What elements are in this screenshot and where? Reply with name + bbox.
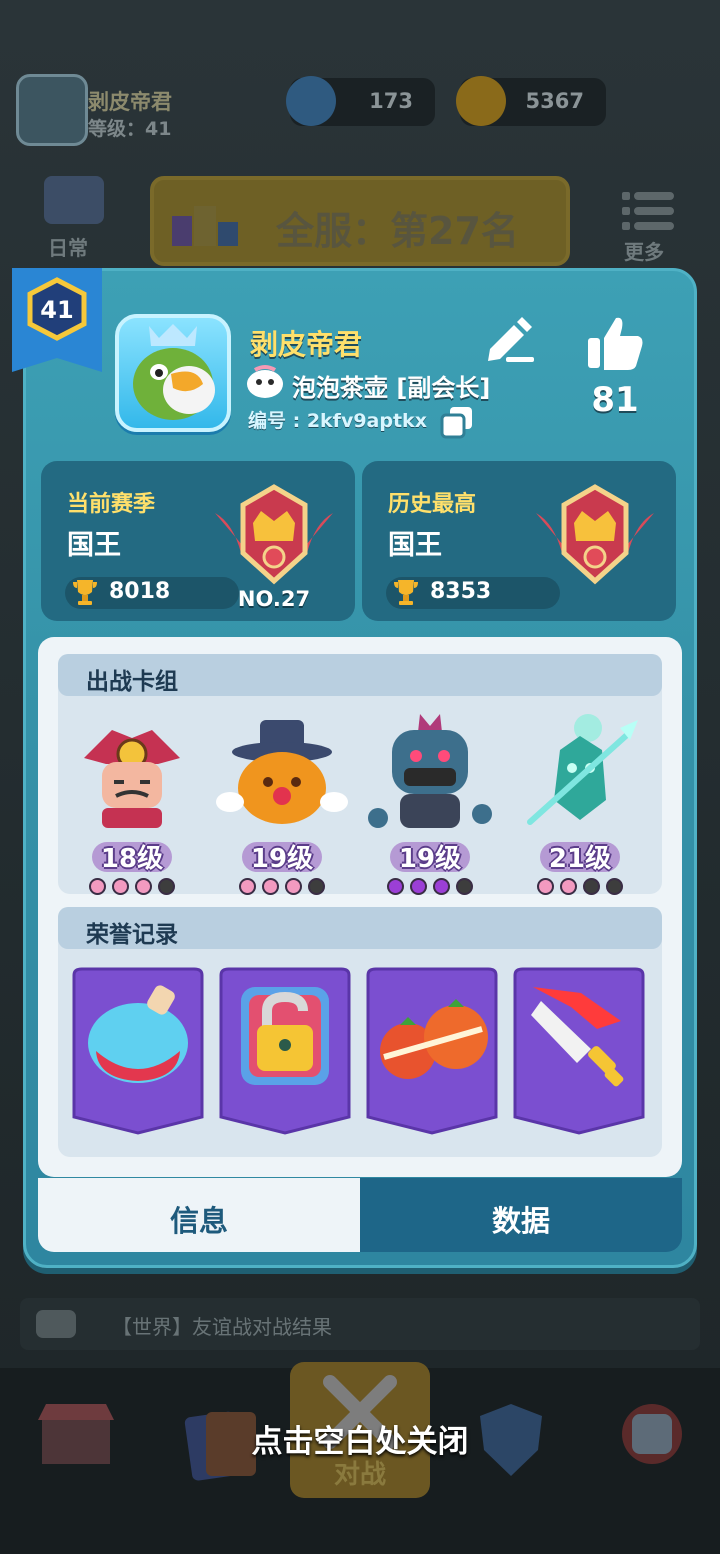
rank-text: 全服：第27名 — [276, 209, 519, 253]
honors-title: 荣誉记录 — [86, 922, 178, 948]
daily-icon[interactable] — [44, 176, 104, 224]
star-dot — [606, 878, 623, 895]
ghost-knight-hero-icon — [527, 714, 638, 825]
deck-card[interactable]: 18级 — [62, 710, 202, 895]
player-name: 剥皮帝君 — [250, 328, 363, 361]
bg-gem-counter[interactable]: 173 — [286, 76, 435, 126]
best-season-tier: 国王 — [388, 530, 442, 561]
best-season-label: 历史最高 — [388, 492, 477, 517]
card-star-dots — [62, 878, 202, 895]
bg-player-name: 剥皮帝君 — [88, 90, 172, 114]
current-season-rank: NO.27 — [237, 587, 311, 611]
deck-title: 出战卡组 — [86, 669, 178, 695]
thumbs-up-icon — [588, 317, 643, 370]
star-dot — [433, 878, 450, 895]
duck-avatar-icon — [133, 324, 215, 420]
current-season-tier: 国王 — [67, 530, 121, 561]
close-hint[interactable]: 点击空白处关闭 — [0, 1416, 720, 1461]
coin-icon — [456, 76, 506, 126]
star-dot — [135, 878, 152, 895]
star-dot — [285, 878, 302, 895]
card-level: 18级 — [100, 844, 164, 874]
podium-icon — [172, 206, 238, 246]
tomato-badge-icon[interactable] — [364, 967, 500, 1135]
card-star-dots — [212, 878, 352, 895]
potion-badge-icon[interactable] — [70, 967, 206, 1135]
gem-count: 173 — [369, 89, 413, 113]
best-season-points: 8353 — [430, 579, 492, 604]
card-level: 19级 — [250, 844, 314, 874]
star-dot — [456, 878, 473, 895]
profile-content-panel: 出战卡组 18级 19级 19级 21级 荣誉记录 — [38, 637, 682, 1177]
current-season-card: 当前赛季 国王 8018 NO.27 — [41, 461, 355, 621]
bg-coin-counter[interactable]: 5367 — [456, 76, 606, 126]
bg-player-level: 等级：41 — [88, 118, 172, 140]
deck-card[interactable]: 21级 — [510, 710, 650, 895]
star-dot — [537, 878, 554, 895]
card-level: 21级 — [548, 844, 612, 874]
current-season-label: 当前赛季 — [67, 492, 156, 517]
player-id: 编号 : 2kfv9aptkx — [248, 410, 427, 432]
copy-icon — [440, 407, 472, 439]
best-season-card: 历史最高 国王 8353 — [362, 461, 676, 621]
coin-count: 5367 — [525, 89, 584, 113]
tab-data-label: 数据 — [491, 1204, 550, 1238]
deck-card[interactable]: 19级 — [360, 710, 500, 895]
pencil-icon — [488, 317, 534, 362]
guild-emblem-icon — [245, 364, 285, 400]
trophy-icon — [73, 580, 97, 605]
menu-icon[interactable] — [622, 190, 674, 232]
star-dot — [583, 878, 600, 895]
chat-bar[interactable]: 【世界】友谊战对战结果 — [20, 1298, 700, 1350]
star-dot — [308, 878, 325, 895]
deck-section-header: 出战卡组 — [58, 654, 662, 696]
star-dot — [560, 878, 577, 895]
honors-section-header: 荣誉记录 — [58, 907, 662, 949]
card-star-dots — [360, 878, 500, 895]
zombie-brute-hero-icon — [368, 714, 492, 828]
like-count: 81 — [591, 380, 639, 420]
copy-id-button[interactable] — [440, 405, 474, 439]
chat-message: 【世界】友谊战对战结果 — [112, 1315, 332, 1339]
lock-badge-icon[interactable] — [217, 967, 353, 1135]
tab-info-label: 信息 — [169, 1204, 228, 1238]
daily-label: 日常 — [48, 236, 88, 260]
sword-badge-icon[interactable] — [511, 967, 647, 1135]
pumpkin-magician-hero-icon — [216, 720, 348, 824]
player-avatar[interactable] — [115, 314, 231, 432]
more-label: 更多 — [624, 240, 664, 264]
star-dot — [410, 878, 427, 895]
star-dot — [387, 878, 404, 895]
card-star-dots — [510, 878, 650, 895]
star-dot — [89, 878, 106, 895]
deck-card[interactable]: 19级 — [212, 710, 352, 895]
king-tier-emblem-icon — [215, 484, 333, 585]
current-season-points: 8018 — [109, 579, 171, 604]
samurai-hero-icon — [84, 730, 180, 828]
star-dot — [262, 878, 279, 895]
chat-icon — [36, 1310, 76, 1338]
tab-data[interactable]: 数据 — [360, 1178, 682, 1252]
gem-icon — [286, 76, 336, 126]
card-level: 19级 — [398, 844, 462, 874]
star-dot — [112, 878, 129, 895]
star-dot — [239, 878, 256, 895]
star-dot — [158, 878, 175, 895]
tab-info[interactable]: 信息 — [38, 1178, 360, 1252]
edit-name-button[interactable] — [482, 315, 536, 363]
king-tier-emblem-icon — [536, 484, 654, 585]
trophy-icon — [394, 580, 418, 605]
guild-name: 泡泡茶壶 [副会长] — [292, 374, 491, 402]
deck-section: 出战卡组 18级 19级 19级 21级 — [58, 654, 662, 895]
like-button[interactable] — [584, 312, 646, 374]
honors-section: 荣誉记录 — [58, 907, 662, 1157]
level-banner: 41 — [12, 268, 102, 372]
bg-rank-banner[interactable]: 全服：第27名 — [150, 176, 570, 266]
level-number: 41 — [40, 296, 74, 324]
bg-avatar[interactable] — [16, 74, 88, 146]
